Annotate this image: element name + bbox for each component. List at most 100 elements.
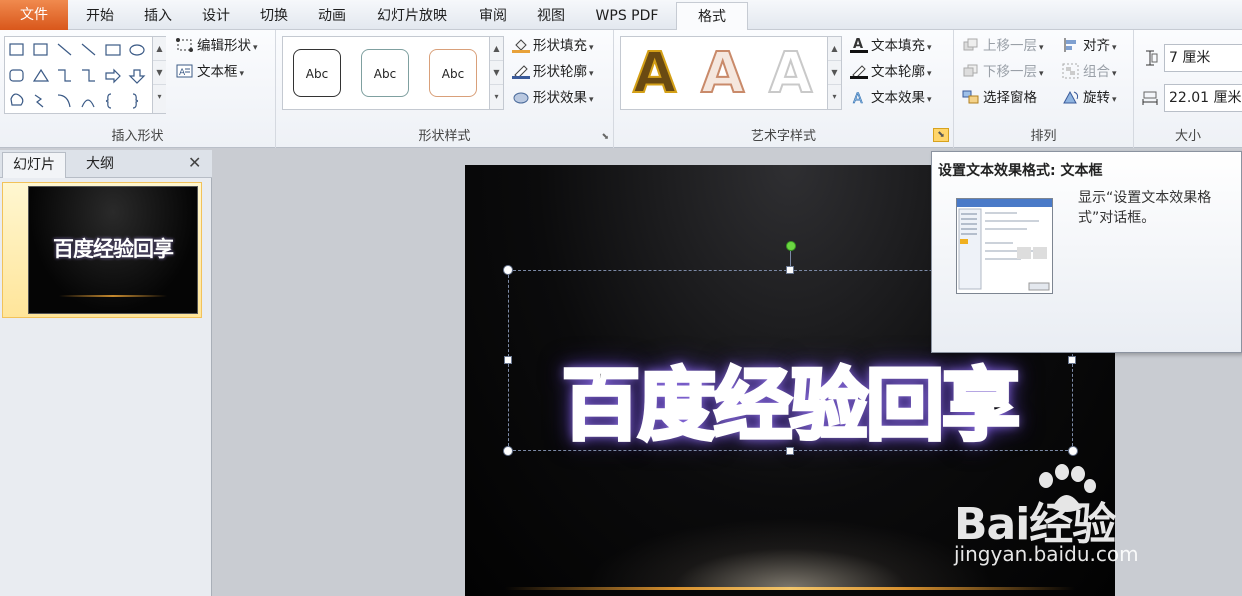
shape-fill-button[interactable]: 形状填充 ▾	[512, 35, 594, 57]
arrange-group-label: 排列	[1030, 129, 1057, 144]
group-button[interactable]: 组合 ▾	[1062, 61, 1117, 83]
wordart-scroll[interactable]: ▲ ▼ ▾	[827, 37, 841, 109]
shape-fill-label: 形状填充	[533, 38, 587, 54]
resize-handle-right[interactable]	[1068, 356, 1076, 364]
tab-slideshow[interactable]: 幻灯片放映	[362, 2, 462, 30]
shape-outline-button[interactable]: 形状轮廓 ▾	[512, 61, 594, 83]
slide-pane: 幻灯片 大纲 ✕ 1 百度经验回享	[0, 150, 212, 596]
selection-pane-label: 选择窗格	[983, 90, 1037, 106]
group-arrange: 上移一层 ▾ 下移一层 ▾ 选择窗格 对齐 ▾ 组合 ▾ 旋转 ▾ 排列	[954, 30, 1134, 148]
tab-format[interactable]: 格式	[676, 2, 748, 31]
group-insert-shape: ▲ ▼ ▾ 编辑形状 ▾ A 文本框 ▾ 插入形状	[0, 30, 276, 148]
rotate-button[interactable]: 旋转 ▾	[1062, 87, 1117, 109]
pane-tabs: 幻灯片 大纲 ✕	[0, 150, 212, 178]
tab-view[interactable]: 视图	[522, 2, 580, 30]
height-input[interactable]: 7 厘米	[1164, 44, 1242, 72]
slide-thumbnail-item[interactable]: 百度经验回享	[2, 182, 202, 318]
text-fill-icon: A	[850, 37, 868, 53]
wordart-dialog-launcher-icon[interactable]: ⬊	[933, 128, 949, 142]
tab-slides[interactable]: 幻灯片	[2, 152, 66, 178]
slide-glow-halo	[585, 518, 995, 588]
shape-effect-button[interactable]: 形状效果 ▾	[512, 87, 594, 109]
send-backward-button[interactable]: 下移一层 ▾	[962, 61, 1044, 83]
text-fill-label: 文本填充	[871, 38, 925, 54]
svg-text:A: A	[179, 68, 186, 78]
resize-handle-top-left[interactable]	[503, 265, 513, 275]
shape-style-scroll[interactable]: ▲ ▼ ▾	[489, 37, 503, 109]
shape-effect-icon	[512, 89, 530, 105]
shape-style-dialog-launcher-icon[interactable]: ⬊	[601, 132, 609, 142]
svg-text:A: A	[853, 37, 863, 52]
thumbnail-title: 百度经验回享	[53, 237, 174, 261]
resize-handle-bottom-right[interactable]	[1068, 446, 1078, 456]
width-input[interactable]: 22.01 厘米	[1164, 84, 1242, 112]
tab-transitions[interactable]: 切换	[246, 2, 302, 30]
shape-style-sample-3[interactable]: Abc	[429, 49, 477, 97]
width-icon	[1142, 90, 1158, 110]
shape-gallery[interactable]: ▲ ▼ ▾	[4, 36, 166, 114]
text-effect-icon: A	[850, 89, 868, 108]
tooltip-body: 显示“设置文本效果格式”对话框。	[1078, 190, 1212, 226]
text-outline-button[interactable]: 文本轮廓 ▾	[850, 61, 932, 83]
shape-gallery-scroll[interactable]: ▲ ▼ ▾	[152, 37, 166, 113]
text-effect-button[interactable]: A 文本效果 ▾	[850, 87, 932, 109]
paint-bucket-icon	[512, 37, 530, 53]
slide-thumbnail[interactable]: 百度经验回享	[28, 186, 198, 314]
wordart-sample-gold[interactable]: A	[632, 42, 677, 106]
shape-style-sample-2[interactable]: Abc	[361, 49, 409, 97]
selection-pane-button[interactable]: 选择窗格	[962, 87, 1037, 109]
wordart-sample-copper[interactable]: A	[700, 42, 745, 106]
group-label: 组合	[1083, 64, 1110, 80]
align-button[interactable]: 对齐 ▾	[1062, 35, 1117, 57]
selection-pane-icon	[962, 89, 980, 105]
wordart-sample-white[interactable]: A	[768, 42, 813, 106]
align-icon	[1062, 37, 1080, 53]
resize-handle-left[interactable]	[504, 356, 512, 364]
group-wordart-style: A A A ▲ ▼ ▾ A 文本填充 ▾ 文本轮廓 ▾ A 文本效果 ▾ 艺术字样式 ⬊	[614, 30, 954, 148]
height-icon	[1142, 50, 1158, 70]
tab-insert[interactable]: 插入	[130, 2, 186, 30]
rotation-handle[interactable]	[786, 241, 796, 251]
ribbon-tab-bar: 文件 开始 插入 设计 切换 动画 幻灯片放映 审阅 视图 WPS PDF 格式	[0, 0, 1242, 31]
wordart-group-label: 艺术字样式	[750, 129, 816, 144]
bring-forward-icon	[962, 37, 980, 53]
bring-forward-label: 上移一层	[983, 38, 1037, 54]
tab-animations[interactable]: 动画	[304, 2, 360, 30]
textbox-button[interactable]: A 文本框 ▾	[176, 61, 244, 83]
close-icon[interactable]: ✕	[188, 153, 201, 172]
tab-outline[interactable]: 大纲	[68, 152, 132, 178]
tab-home[interactable]: 开始	[72, 2, 128, 30]
resize-handle-bottom[interactable]	[786, 447, 794, 455]
thumbnail-glow-line	[59, 295, 167, 297]
bring-forward-button[interactable]: 上移一层 ▾	[962, 35, 1044, 57]
shape-effect-label: 形状效果	[533, 90, 587, 106]
tab-file[interactable]: 文件	[0, 0, 68, 30]
rotate-label: 旋转	[1083, 90, 1110, 106]
shape-outline-label: 形状轮廓	[533, 64, 587, 80]
shape-style-gallery[interactable]: Abc Abc Abc ▲ ▼ ▾	[282, 36, 504, 110]
textbox-icon: A	[176, 63, 194, 79]
tab-review[interactable]: 审阅	[464, 2, 522, 30]
shape-style-group-label: 形状样式	[418, 129, 471, 144]
rotate-icon	[1062, 89, 1080, 105]
tooltip: 设置文本效果格式: 文本框 显示“设置文本效果格式”对话框。	[931, 151, 1242, 353]
ribbon: ▲ ▼ ▾ 编辑形状 ▾ A 文本框 ▾ 插入形状 Abc Abc Abc ▲ ▼ ▾ 形状填…	[0, 30, 1242, 148]
edit-shape-button[interactable]: 编辑形状 ▾	[176, 35, 258, 57]
resize-handle-top[interactable]	[786, 266, 794, 274]
send-backward-label: 下移一层	[983, 64, 1037, 80]
tab-design[interactable]: 设计	[188, 2, 244, 30]
dialog-preview-image	[957, 199, 1052, 291]
align-label: 对齐	[1083, 38, 1110, 54]
edit-shape-label: 编辑形状	[197, 38, 251, 54]
tab-wps-pdf[interactable]: WPS PDF	[580, 2, 674, 30]
wordart-gallery[interactable]: A A A ▲ ▼ ▾	[620, 36, 842, 110]
shape-style-sample-1[interactable]: Abc	[293, 49, 341, 97]
pen-outline-icon	[512, 63, 530, 79]
group-size: 7 厘米 22.01 厘米 大小	[1134, 30, 1242, 148]
text-effect-label: 文本效果	[871, 90, 925, 106]
text-outline-label: 文本轮廓	[871, 64, 925, 80]
size-group-label: 大小	[1174, 129, 1201, 144]
shape-icons	[9, 43, 146, 109]
resize-handle-bottom-left[interactable]	[503, 446, 513, 456]
text-fill-button[interactable]: A 文本填充 ▾	[850, 35, 932, 57]
